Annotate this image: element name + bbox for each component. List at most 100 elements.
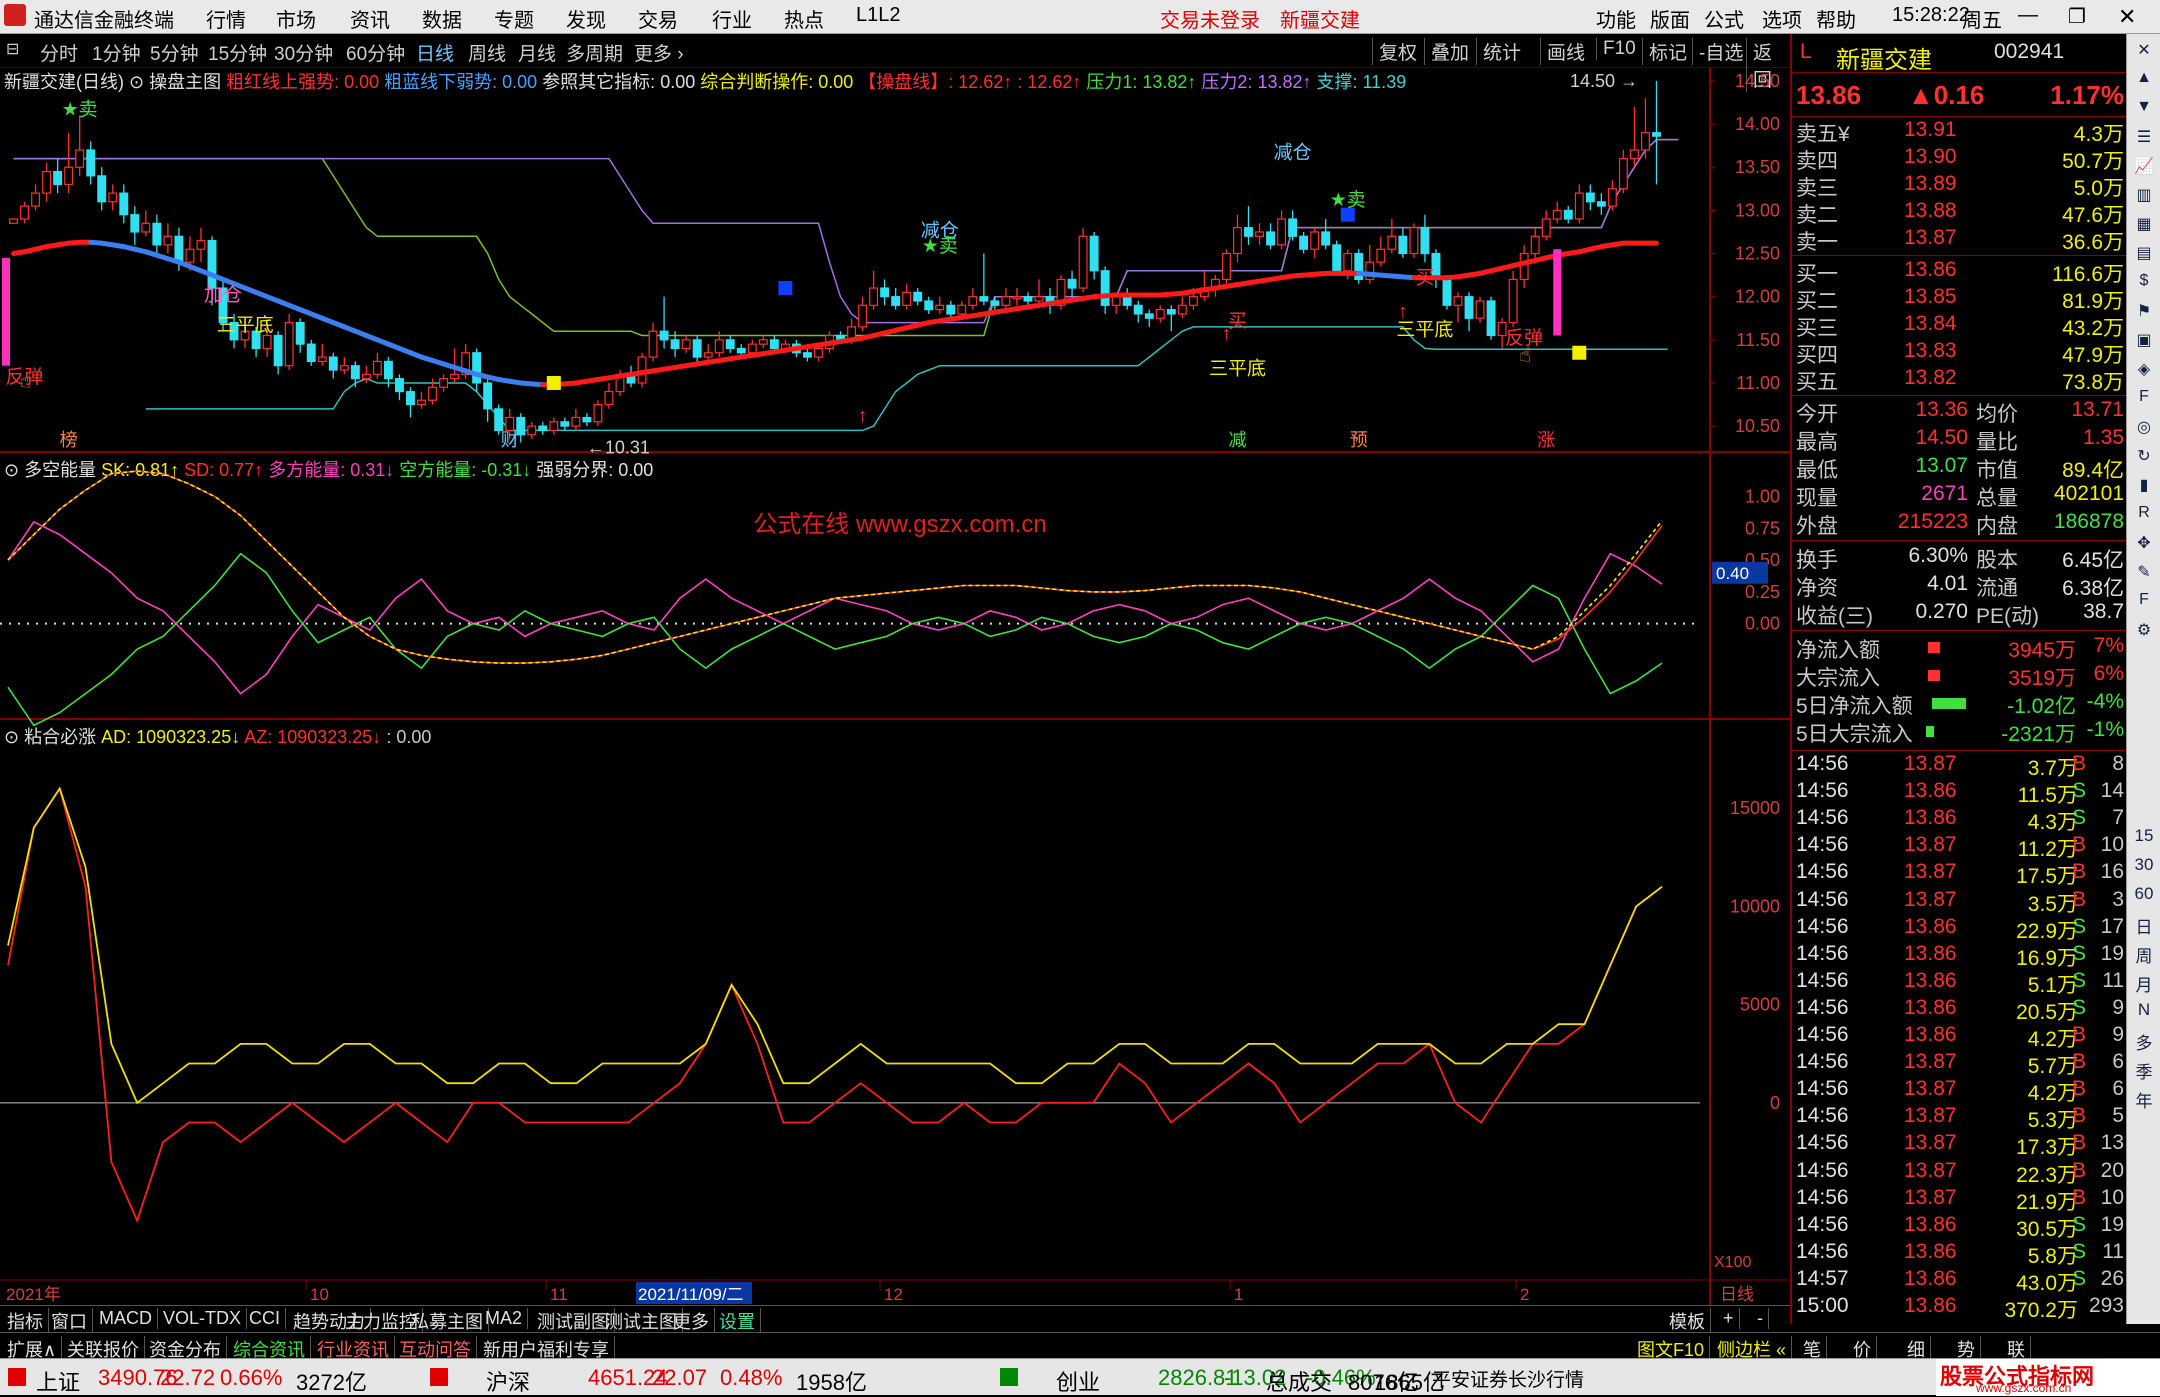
timeframe-tab[interactable]: 60分钟 xyxy=(346,39,405,66)
template-button[interactable]: - xyxy=(1752,1308,1769,1329)
timeframe-tab[interactable]: 日线 xyxy=(416,39,454,66)
ask-price: 13.87 xyxy=(1904,226,1957,249)
period-shortcut[interactable]: 季 xyxy=(2131,1058,2157,1084)
chart-toolbar-button[interactable]: -自选 xyxy=(1692,38,1743,65)
period-shortcut[interactable]: 多 xyxy=(2131,1029,2157,1055)
tick-count: 10 xyxy=(2100,833,2124,857)
flag-icon[interactable]: ⚑ xyxy=(2131,301,2157,327)
pen-icon[interactable]: ✎ xyxy=(2131,562,2157,588)
toolbar-toggle-icon[interactable]: ⊟ xyxy=(6,39,19,59)
right-menu-item[interactable]: 版面 xyxy=(1650,4,1690,33)
right-menu-item[interactable]: 功能 xyxy=(1596,4,1636,33)
menu-item[interactable]: 行情 xyxy=(206,4,246,33)
index-label[interactable]: 上证 xyxy=(36,1365,80,1397)
template-button[interactable]: 模板 xyxy=(1664,1308,1711,1334)
flow-bar xyxy=(1928,642,1940,653)
indicator-tab[interactable]: 更多 xyxy=(668,1308,715,1334)
event-badge[interactable]: 榜 xyxy=(60,430,78,450)
indicator-tab[interactable]: 私募主图 xyxy=(406,1308,489,1334)
event-badge[interactable]: 财 xyxy=(501,430,519,450)
period-shortcut[interactable]: 月 xyxy=(2131,971,2157,997)
event-badge[interactable]: 涨 xyxy=(1537,430,1555,450)
timeframe-tab[interactable]: 月线 xyxy=(518,39,556,66)
move-icon[interactable]: ✥ xyxy=(2131,533,2157,559)
indicator-tab[interactable]: 窗口 xyxy=(46,1308,93,1334)
candle-body xyxy=(582,416,592,423)
arrow-up-icon[interactable]: ▲ xyxy=(2131,69,2157,95)
chart-area[interactable]: 新疆交建(日线) ⊙ 操盘主图 粗红线上强势: 0.00 粗蓝线下弱势: 0.0… xyxy=(0,68,1790,1305)
x-axis-label: 1 xyxy=(1234,1285,1243,1304)
chart-toolbar-button[interactable]: 叠加 xyxy=(1424,38,1469,65)
menu-item[interactable]: 行业 xyxy=(712,4,752,33)
candle-icon[interactable]: ▥ xyxy=(2131,185,2157,211)
period-shortcut[interactable]: N xyxy=(2131,1000,2157,1026)
index-label[interactable]: 沪深 xyxy=(486,1365,530,1397)
chart-toolbar-button[interactable]: 统计 xyxy=(1476,38,1521,65)
login-status[interactable]: 交易未登录 xyxy=(1160,4,1260,33)
menu-item[interactable]: 资讯 xyxy=(350,4,390,33)
period-shortcut[interactable]: 60 xyxy=(2131,884,2157,910)
timeframe-tab[interactable]: 30分钟 xyxy=(274,39,333,66)
indicator-tab[interactable]: 设置 xyxy=(714,1308,761,1334)
price-tick-label: 14.50 xyxy=(1735,71,1780,91)
tag-icon[interactable]: ◈ xyxy=(2131,359,2157,385)
timeframe-tab[interactable]: 更多 › xyxy=(634,39,684,66)
target-icon[interactable]: ◎ xyxy=(2131,417,2157,443)
tick-volume: 370.2万 xyxy=(2004,1299,2078,1322)
period-shortcut[interactable]: 30 xyxy=(2131,855,2157,881)
arrow-down-icon[interactable]: ▼ xyxy=(2131,98,2157,124)
fs-icon[interactable]: F xyxy=(2131,591,2157,617)
menu-item[interactable]: 市场 xyxy=(276,4,316,33)
period-shortcut[interactable]: 日 xyxy=(2131,913,2157,939)
tick-count: 19 xyxy=(2100,1212,2124,1236)
refresh-icon[interactable]: ↻ xyxy=(2131,446,2157,472)
ask-label: 卖五¥ xyxy=(1796,123,1850,146)
period-shortcut[interactable]: 年 xyxy=(2131,1087,2157,1113)
indicator-tab[interactable]: MACD xyxy=(94,1308,158,1329)
indicator-tab[interactable]: 指标 xyxy=(2,1308,49,1334)
restore-icon[interactable]: ❐ xyxy=(2068,4,2086,29)
right-menu-item[interactable]: 公式 xyxy=(1704,4,1744,33)
menu-item[interactable]: 专题 xyxy=(494,4,534,33)
indicator-tab[interactable]: MA2 xyxy=(480,1308,529,1329)
timeframe-tab[interactable]: 周线 xyxy=(468,39,506,66)
chart-toolbar-button[interactable]: 画线 xyxy=(1540,38,1585,65)
indicator-tab[interactable]: VOL-TDX xyxy=(158,1308,248,1329)
menu-item[interactable]: 交易 xyxy=(638,4,678,33)
timeframe-tab[interactable]: 15分钟 xyxy=(208,39,267,66)
right-menu-item[interactable]: 选项 xyxy=(1762,4,1802,33)
menu-item[interactable]: 热点 xyxy=(784,4,824,33)
chart-toolbar-button[interactable]: 标记 xyxy=(1642,38,1687,65)
event-badge[interactable]: 减 xyxy=(1228,430,1246,450)
right-menu-item[interactable]: 帮助 xyxy=(1816,4,1856,33)
timeframe-tab[interactable]: 分时 xyxy=(40,39,78,66)
list-icon[interactable]: ☰ xyxy=(2131,127,2157,153)
period-shortcut[interactable]: 15 xyxy=(2131,826,2157,852)
menu-item[interactable]: 数据 xyxy=(422,4,462,33)
period-shortcut[interactable]: 周 xyxy=(2131,942,2157,968)
menu-item[interactable]: 发现 xyxy=(566,4,606,33)
fund-icon[interactable]: $ xyxy=(2131,272,2157,298)
sub1-legend: ⊙ 多空能量 SK: 0.81↑ SD: 0.77↑ 多方能量: 0.31↓ 空… xyxy=(4,460,653,480)
rsi-icon[interactable]: R xyxy=(2131,504,2157,530)
index-label[interactable]: 创业 xyxy=(1056,1365,1100,1397)
indicator-tab[interactable]: CCI xyxy=(244,1308,286,1329)
f2-icon[interactable]: F xyxy=(2131,388,2157,414)
event-badge[interactable]: 预 xyxy=(1350,430,1368,450)
template-button[interactable]: + xyxy=(1718,1308,1740,1329)
grid-icon[interactable]: ▦ xyxy=(2131,214,2157,240)
timeframe-tab[interactable]: 多周期 xyxy=(566,39,623,66)
chart-toolbar-button[interactable]: F10 xyxy=(1596,38,1636,60)
chart-toolbar-button[interactable]: 复权 xyxy=(1372,38,1417,65)
img-icon[interactable]: ▣ xyxy=(2131,330,2157,356)
close-icon[interactable]: ✕ xyxy=(2118,4,2136,30)
minimize-icon[interactable]: — xyxy=(2018,4,2038,27)
timeframe-tab[interactable]: 5分钟 xyxy=(150,39,199,66)
doc-icon[interactable]: ▤ xyxy=(2131,243,2157,269)
bars-icon[interactable]: ▮ xyxy=(2131,475,2157,501)
gear-icon[interactable]: ⚙ xyxy=(2131,620,2157,646)
close-icon[interactable]: ✕ xyxy=(2131,40,2157,66)
timeframe-tab[interactable]: 1分钟 xyxy=(92,39,141,66)
chart-icon[interactable]: 📈 xyxy=(2131,156,2157,182)
menu-item[interactable]: L1L2 xyxy=(856,4,901,27)
